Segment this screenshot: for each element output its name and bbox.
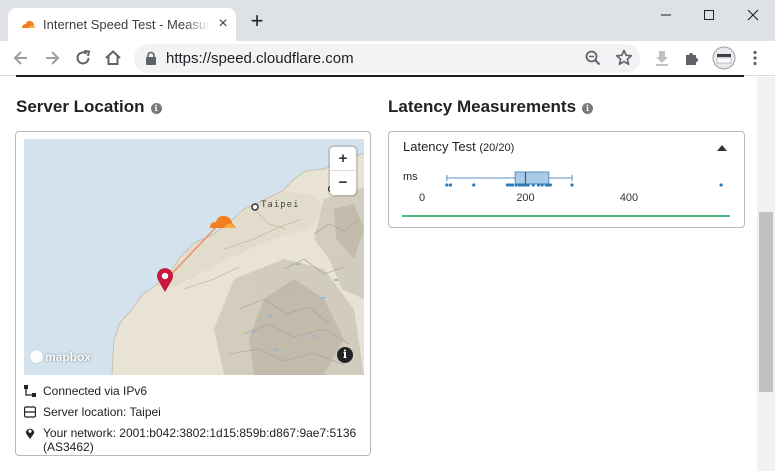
server-map[interactable]: Taipei + − mapbox i [24, 139, 364, 375]
browser-toolbar: https://speed.cloudflare.com [0, 41, 775, 76]
axis-tick-label: 200 [516, 192, 534, 204]
menu-kebab-icon[interactable] [745, 48, 765, 68]
mapbox-logo-text: mapbox [45, 350, 92, 364]
latency-point [526, 183, 530, 187]
extensions-puzzle-icon[interactable] [682, 48, 702, 68]
forward-arrow-icon[interactable] [42, 48, 62, 68]
cloudflare-cloud-icon [22, 20, 35, 28]
connection-type-text: Connected via IPv6 [43, 384, 148, 398]
network-icon [24, 385, 36, 397]
server-location-heading: Server Location i [16, 97, 162, 117]
latency-divider [402, 215, 730, 217]
home-icon[interactable] [103, 48, 123, 68]
server-icon [24, 406, 36, 418]
latency-heading: Latency Measurements i [388, 97, 594, 117]
iqr-box [514, 171, 550, 185]
profile-avatar-icon[interactable] [712, 46, 736, 70]
page-top-divider [16, 75, 744, 77]
latency-point [510, 183, 515, 187]
browser-tab[interactable]: Internet Speed Test - Measure × [8, 8, 236, 41]
latency-card: Latency Test (20/20) ms 0 200 400 [388, 131, 745, 228]
latency-point [514, 183, 518, 187]
latency-point [448, 183, 453, 187]
latency-point [548, 183, 552, 187]
mapbox-icon [30, 350, 43, 363]
mapbox-logo[interactable]: mapbox [30, 350, 91, 364]
address-bar[interactable]: https://speed.cloudflare.com [134, 44, 640, 73]
latency-point [570, 183, 574, 187]
network-text: Your network: 2001:b042:3802:1d15:859b:d… [43, 426, 357, 454]
latency-point [536, 183, 541, 187]
info-icon[interactable]: i [582, 103, 594, 114]
tab-close-button[interactable]: × [215, 16, 231, 32]
map-attribution-icon[interactable]: i [337, 347, 353, 363]
url-text[interactable]: https://speed.cloudflare.com [166, 50, 354, 67]
map-city-label: Taipei [261, 200, 300, 210]
latency-point [472, 183, 476, 187]
info-icon[interactable]: i [150, 103, 162, 114]
scrollbar-thumb[interactable] [759, 212, 773, 392]
user-location-pin-icon[interactable] [155, 267, 175, 293]
latency-point [540, 183, 544, 187]
new-tab-button[interactable]: + [247, 10, 267, 32]
back-arrow-icon[interactable] [11, 48, 31, 68]
map-terrain [111, 152, 364, 375]
map-zoom-control: + − [330, 147, 356, 195]
close-window-icon[interactable] [742, 5, 764, 25]
latency-point [445, 183, 449, 187]
bookmark-star-icon[interactable] [614, 48, 634, 68]
tab-title-fade [184, 12, 210, 36]
axis-tick-label: 400 [620, 192, 638, 204]
latency-point [719, 183, 723, 187]
zoom-out-button[interactable]: − [330, 171, 356, 195]
server-location-card: Taipei + − mapbox i Connected via IPv6 S… [15, 131, 371, 456]
location-pin-icon [25, 428, 35, 439]
zoom-in-button[interactable]: + [330, 147, 356, 171]
minimize-icon[interactable] [655, 5, 677, 25]
server-location-title: Server Location [16, 97, 145, 116]
axis-tick-label: 0 [419, 192, 425, 204]
reload-icon[interactable] [73, 48, 93, 68]
download-icon[interactable] [652, 48, 672, 68]
cloudflare-server-marker-icon[interactable] [208, 212, 238, 230]
tab-strip: Internet Speed Test - Measure × + [0, 0, 775, 41]
latency-title: Latency Measurements [388, 97, 577, 116]
zoom-magnifier-icon[interactable] [584, 49, 602, 67]
server-location-text: Server location: Taipei [43, 405, 161, 419]
lock-icon[interactable] [144, 51, 158, 66]
latency-point [531, 183, 535, 187]
maximize-icon[interactable] [698, 5, 720, 25]
